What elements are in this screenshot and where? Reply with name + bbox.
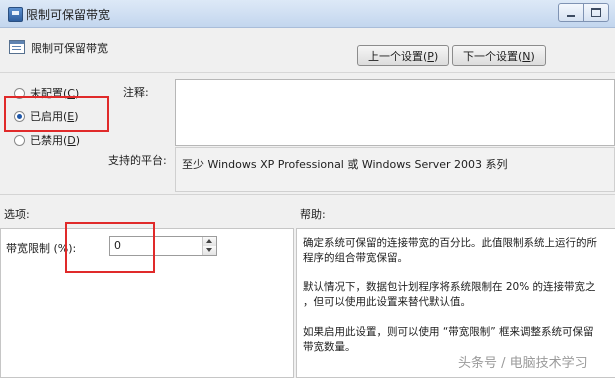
policy-setting-icon	[9, 40, 25, 54]
title-bar: 限制可保留带宽	[0, 0, 615, 28]
comment-textarea[interactable]	[175, 79, 615, 146]
radio-disabled-indicator[interactable]	[14, 134, 25, 146]
previous-setting-label: 上一个设置(P)	[368, 49, 439, 63]
previous-setting-button[interactable]: 上一个设置(P)	[357, 45, 450, 66]
help-paragraph: 如果启用此设置，则可以使用 “带宽限制” 框来调整系统可保留 带宽数量。	[303, 326, 594, 353]
help-paragraph: 默认情况下，数据包计划程序将系统限制在 20% 的连接带宽之 ，但可以使用此设置…	[303, 281, 596, 308]
help-paragraph: 确定系统可保留的连接带宽的百分比。此值限制系统上运行的所 程序的组合带宽保留。	[303, 237, 597, 264]
options-section-label: 选项:	[4, 208, 30, 221]
watermark-text: 头条号 / 电脑技术学习	[458, 356, 588, 371]
setting-header: 限制可保留带宽 上一个设置(P) 下一个设置(N)	[0, 28, 615, 73]
radio-disabled-label: 已禁用(D)	[30, 134, 81, 147]
window-controls	[558, 3, 609, 22]
spinner-buttons	[202, 237, 216, 255]
supported-platform-label: 支持的平台:	[108, 154, 167, 167]
supported-platform-value: 至少 Windows XP Professional 或 Windows Ser…	[182, 158, 508, 171]
radio-disabled[interactable]: 已禁用(D)	[14, 132, 80, 148]
next-setting-label: 下一个设置(N)	[463, 49, 535, 63]
help-section-label: 帮助:	[300, 208, 326, 221]
next-setting-button[interactable]: 下一个设置(N)	[452, 45, 546, 66]
policy-app-icon	[8, 7, 23, 22]
comment-label: 注释:	[123, 86, 149, 99]
maximize-button[interactable]	[583, 3, 609, 22]
supported-platform-box: 至少 Windows XP Professional 或 Windows Ser…	[175, 147, 615, 192]
minimize-icon	[567, 14, 575, 17]
section-divider	[0, 194, 615, 195]
window-title: 限制可保留带宽	[26, 8, 111, 22]
spin-up-arrow-icon[interactable]	[203, 237, 216, 246]
bandwidth-highlight-box	[65, 222, 155, 273]
setting-name: 限制可保留带宽	[31, 42, 108, 55]
enabled-highlight-box	[4, 96, 109, 132]
spin-down-arrow-icon[interactable]	[203, 246, 216, 255]
minimize-button[interactable]	[558, 3, 584, 22]
maximize-icon	[591, 8, 601, 17]
